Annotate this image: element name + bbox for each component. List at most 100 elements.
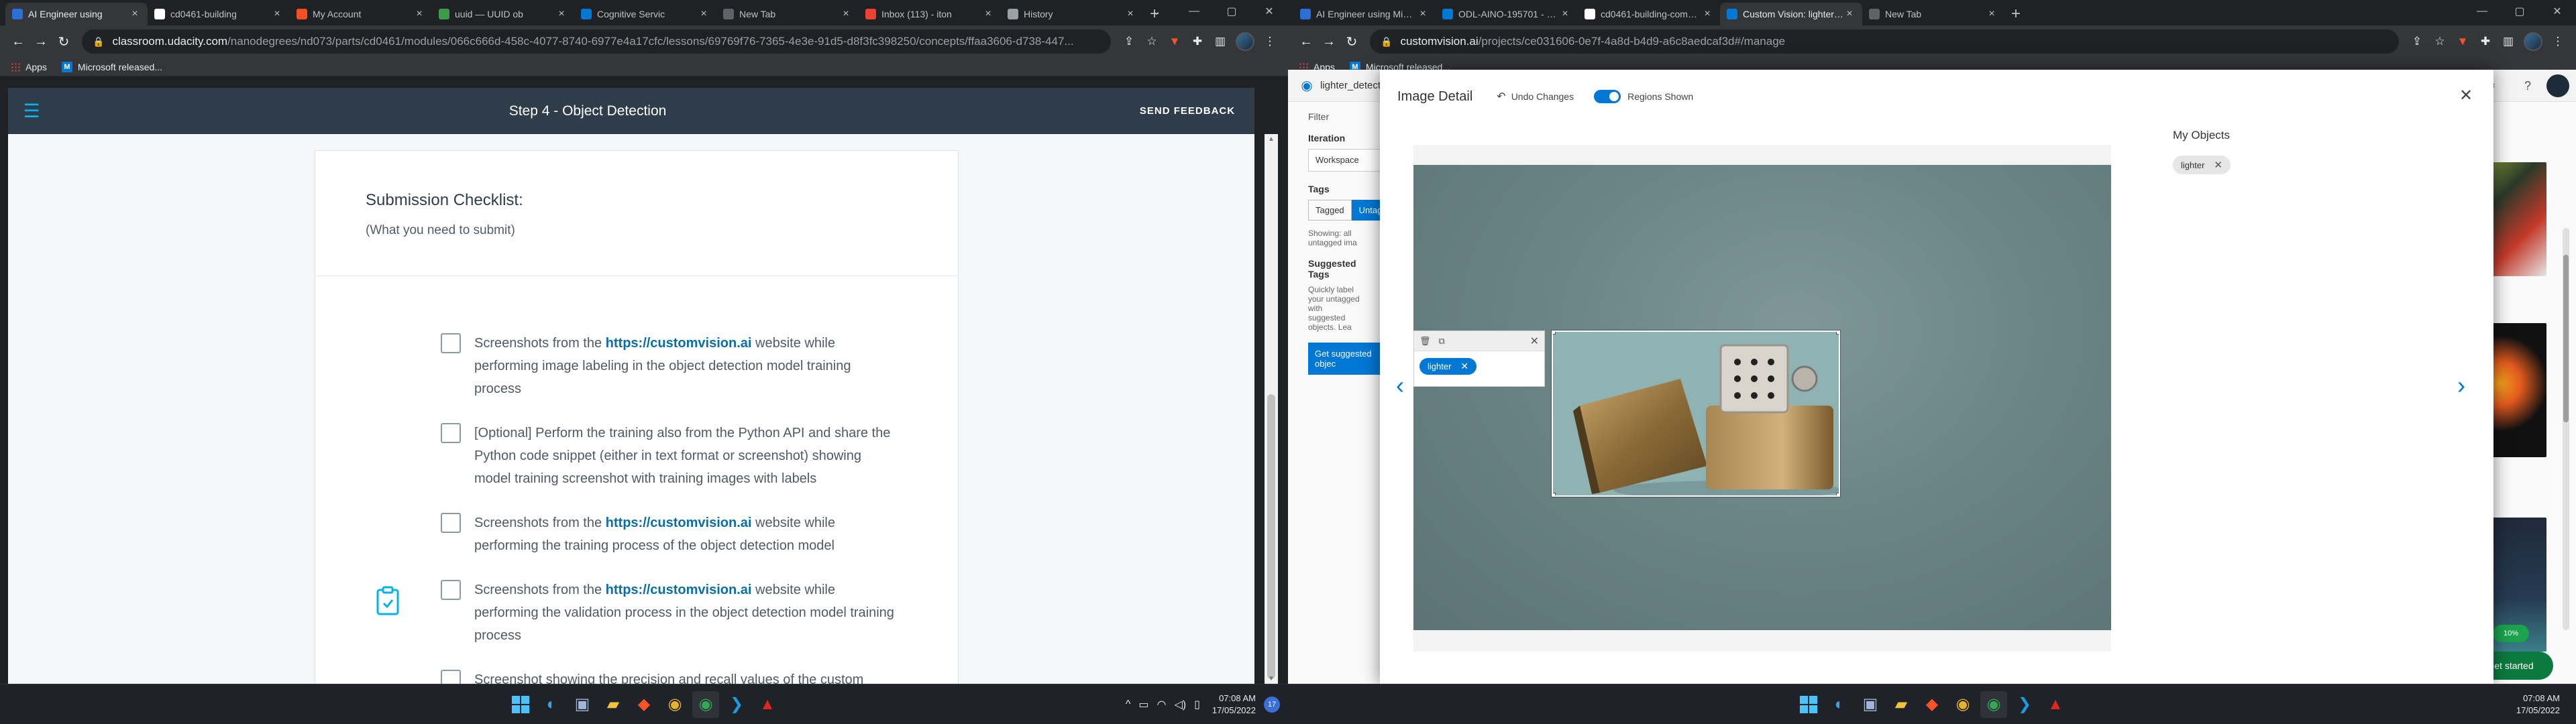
browser-tab[interactable]: History × [1001, 3, 1143, 25]
brave-icon[interactable]: ◆ [1919, 691, 1945, 718]
maximize-button[interactable]: ▢ [1213, 0, 1250, 23]
side-panel-icon[interactable]: ▥ [1209, 30, 1232, 53]
next-image-arrow[interactable]: › [2448, 371, 2475, 400]
back-button[interactable]: ← [7, 30, 30, 53]
tab-close-icon[interactable]: × [1986, 8, 1998, 20]
forward-button[interactable]: → [30, 30, 52, 53]
browser-tab[interactable]: AI Engineer using Microsoft Azu× [1293, 3, 1436, 25]
project-name[interactable]: lighter_detector [1320, 80, 1389, 91]
browser-tab[interactable]: cd0461-building-computer-visio× [1578, 3, 1720, 25]
bookmark-star-icon[interactable]: ☆ [1140, 30, 1163, 53]
region-handle-tl[interactable] [1553, 332, 1556, 335]
bookmark-microsoft[interactable]: M Microsoft released... [61, 61, 162, 72]
close-region-panel-icon[interactable]: ✕ [1530, 335, 1539, 348]
thumbnail-scrollbar[interactable] [2563, 228, 2569, 630]
region-box[interactable] [1552, 330, 1840, 497]
acrobat-icon[interactable]: ▲ [2042, 691, 2069, 718]
scroll-down-arrow[interactable]: ▼ [1265, 675, 1278, 682]
tab-close-icon[interactable]: × [129, 8, 141, 20]
clock[interactable]: 07:08 AM 17/05/2022 [1212, 692, 1256, 717]
browser-tab[interactable]: ODL-AINO-195701 - Microsoft A× [1436, 3, 1578, 25]
filter-toggle[interactable]: Filter [1308, 111, 1362, 122]
checkbox[interactable] [441, 580, 461, 600]
tab-close-icon[interactable]: × [413, 8, 425, 20]
tab-close-icon[interactable]: × [555, 8, 568, 20]
notification-badge[interactable]: 17 [1264, 697, 1280, 713]
checkbox[interactable] [441, 670, 461, 684]
region-handle-br[interactable] [1836, 493, 1839, 495]
tab-search-icon[interactable]: ⌄ [1138, 0, 1175, 23]
hamburger-menu-icon[interactable]: ☰ [8, 100, 55, 122]
reload-button[interactable]: ↻ [52, 30, 75, 53]
customvision-link[interactable]: https://customvision.ai [606, 583, 752, 597]
settings-icon[interactable]: ▣ [569, 691, 596, 718]
close-modal-button[interactable]: ✕ [2456, 86, 2476, 106]
display-icon[interactable]: ▭ [1138, 698, 1148, 711]
browser-tab[interactable]: Custom Vision: lighter_detector× [1720, 3, 1862, 25]
send-feedback-button[interactable]: SEND FEEDBACK [1120, 105, 1254, 117]
scrollbar-thumb[interactable] [1267, 394, 1275, 679]
browser-tab[interactable]: New Tab × [716, 3, 859, 25]
tab-close-icon[interactable]: × [698, 8, 710, 20]
chrome-icon[interactable]: ◉ [661, 691, 688, 718]
brave-icon[interactable]: ◆ [631, 691, 657, 718]
object-tag-pill[interactable]: lighter ✕ [2173, 156, 2231, 174]
bookmark-star-icon[interactable]: ☆ [2428, 30, 2451, 53]
browser-tab[interactable]: uuid — UUID ob × [432, 3, 574, 25]
checkbox[interactable] [441, 423, 461, 443]
tab-close-icon[interactable]: × [1843, 8, 1856, 20]
checkbox[interactable] [441, 333, 461, 353]
vscode-icon[interactable]: ❯ [723, 691, 750, 718]
brave-shield-icon[interactable]: ▼ [1163, 30, 1186, 53]
brave-shield-icon[interactable]: ▼ [2451, 30, 2474, 53]
browser-tab[interactable]: New Tab × [1862, 3, 2004, 25]
side-panel-icon[interactable]: ▥ [2497, 30, 2520, 53]
page-scrollbar[interactable]: ▲ ▼ [1265, 134, 1278, 684]
customvision-link[interactable]: https://customvision.ai [606, 516, 752, 530]
browser-tab[interactable]: My Account × [290, 3, 432, 25]
acrobat-icon[interactable]: ▲ [754, 691, 781, 718]
browser-tab[interactable]: Cognitive Servic × [574, 3, 716, 25]
copy-region-icon[interactable]: ⧉ [1439, 336, 1445, 347]
new-tab-button[interactable]: + [2004, 3, 2027, 25]
regions-shown-toggle[interactable]: Regions Shown [1594, 90, 1693, 103]
address-bar[interactable]: 🔒 customvision.ai /projects/ce031606-0e7… [1370, 29, 2399, 54]
menu-kebab-icon[interactable]: ⋮ [2546, 30, 2569, 53]
close-window-button[interactable]: ✕ [1250, 0, 1288, 23]
undo-changes-button[interactable]: ↶ Undo Changes [1497, 90, 1574, 103]
lighter-photo[interactable]: 🗑 ⧉ ✕ lighter ✕ [1413, 165, 2111, 630]
chrome-active-icon[interactable]: ◉ [1980, 690, 2007, 718]
share-icon[interactable]: ⇪ [1118, 30, 1140, 53]
extensions-icon[interactable]: ✚ [2474, 30, 2497, 53]
settings-icon[interactable]: ▣ [1857, 691, 1884, 718]
tab-close-icon[interactable]: × [1124, 8, 1136, 20]
minimize-button[interactable]: — [2463, 0, 2501, 23]
chrome-icon[interactable]: ◉ [1949, 691, 1976, 718]
browser-tab[interactable]: AI Engineer using × [5, 3, 148, 25]
back-button[interactable]: ← [1295, 30, 1318, 53]
volume-icon[interactable]: ◁) [1174, 698, 1186, 711]
scroll-up-arrow[interactable]: ▲ [1265, 135, 1278, 143]
file-explorer-icon[interactable]: ▰ [1888, 691, 1915, 718]
profile-avatar[interactable] [2524, 32, 2542, 51]
customvision-link[interactable]: https://customvision.ai [606, 336, 752, 351]
tab-close-icon[interactable]: × [1417, 8, 1429, 20]
region-handle-tr[interactable] [1836, 332, 1839, 335]
extensions-icon[interactable]: ✚ [1186, 30, 1209, 53]
forward-button[interactable]: → [1318, 30, 1340, 53]
region-handle-bl[interactable] [1553, 493, 1556, 495]
edge-icon[interactable]: ◐ [538, 691, 565, 718]
address-bar[interactable]: 🔒 classroom.udacity.com /nanodegrees/nd0… [82, 29, 1111, 54]
user-avatar[interactable] [2546, 74, 2569, 97]
wifi-icon[interactable]: ◠ [1157, 698, 1167, 711]
edge-icon[interactable]: ◐ [1826, 691, 1853, 718]
maximize-button[interactable]: ▢ [2501, 0, 2538, 23]
share-icon[interactable]: ⇪ [2406, 30, 2428, 53]
close-window-button[interactable]: ✕ [2538, 0, 2576, 23]
battery-icon[interactable]: ▯ [1194, 698, 1200, 711]
remove-region-tag-icon[interactable]: ✕ [1460, 361, 1468, 372]
tagged-toggle[interactable]: Tagged [1308, 200, 1352, 221]
previous-image-arrow[interactable]: ‹ [1387, 371, 1413, 400]
start-icon[interactable] [1795, 691, 1822, 718]
reload-button[interactable]: ↻ [1340, 30, 1363, 53]
